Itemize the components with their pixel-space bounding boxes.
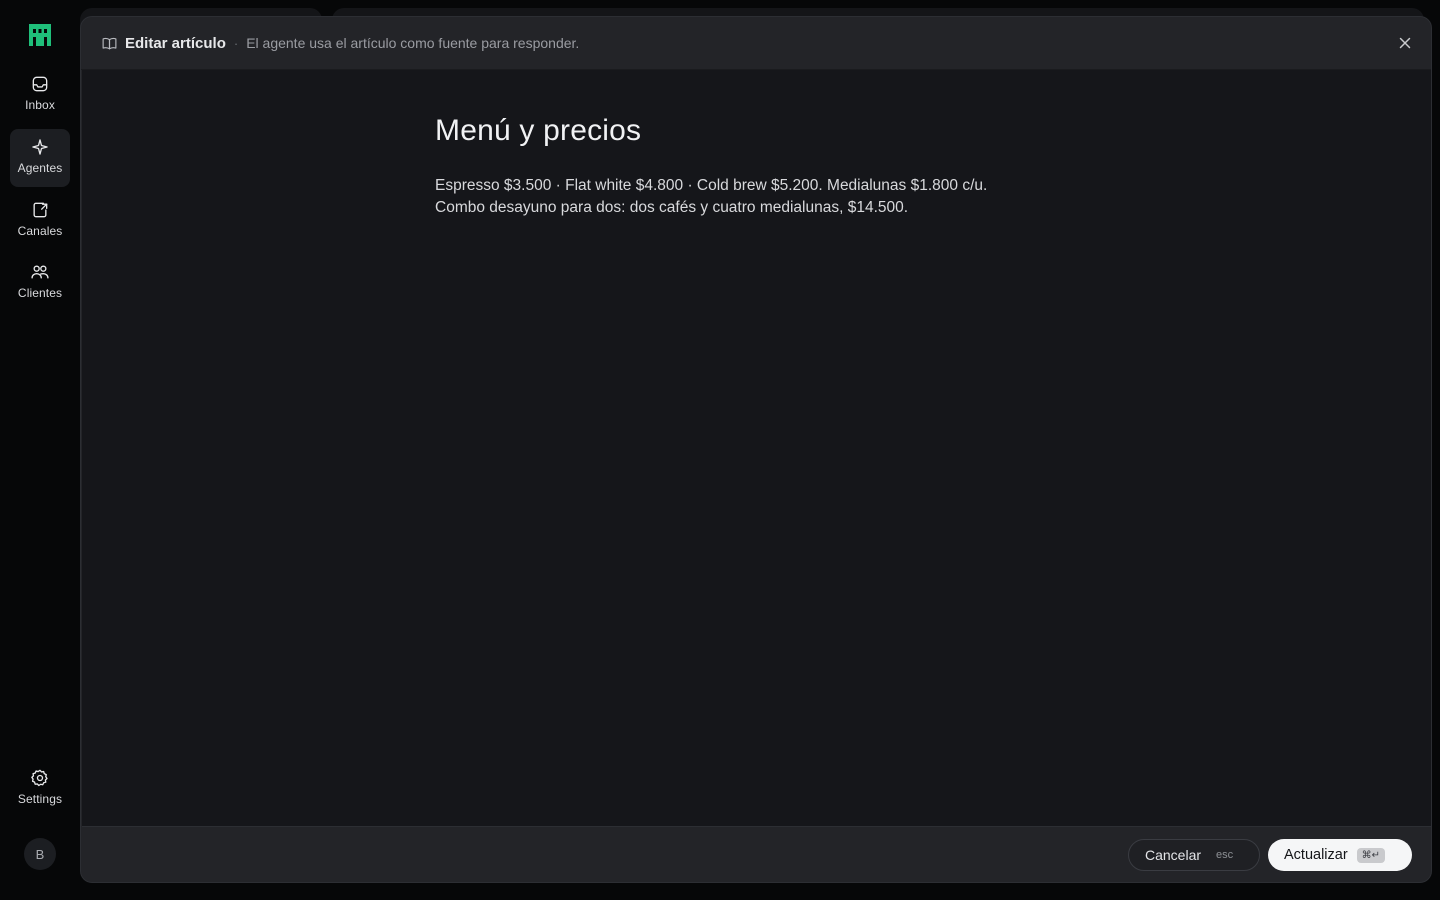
sidebar-item-label: Agentes [17, 161, 63, 175]
cancel-button[interactable]: Cancelar esc [1128, 839, 1260, 871]
sidebar-item-label: Clientes [17, 286, 63, 300]
article-title-input[interactable]: Menú y precios [435, 114, 1075, 148]
enter-shortcut-badge: ⌘↵ [1356, 847, 1386, 863]
sidebar-item-inbox[interactable]: Inbox [10, 66, 70, 124]
edit-article-modal: Editar artículo · El agente usa el artíc… [80, 16, 1432, 883]
sidebar-item-label: Settings [17, 792, 63, 806]
article-content: Menú y precios Espresso $3.500 · Flat wh… [435, 114, 1075, 219]
article-editor[interactable]: Menú y precios Espresso $3.500 · Flat wh… [82, 70, 1431, 827]
cancel-button-label: Cancelar [1145, 847, 1202, 863]
book-icon [102, 37, 117, 49]
sidebar: Inbox Agentes Canales Clientes Settings [0, 0, 80, 900]
gear-icon [31, 769, 48, 787]
esc-shortcut-badge: esc [1216, 849, 1234, 861]
sparkle-icon [32, 139, 48, 155]
sidebar-item-agentes[interactable]: Agentes [10, 129, 70, 187]
modal-header: Editar artículo · El agente usa el artíc… [81, 17, 1431, 70]
channel-icon [33, 202, 48, 218]
sidebar-item-canales[interactable]: Canales [10, 192, 70, 250]
sidebar-item-clientes[interactable]: Clientes [10, 254, 70, 312]
modal-title: Editar artículo [125, 34, 226, 52]
update-button[interactable]: Actualizar ⌘↵ [1268, 839, 1412, 871]
modal-subtitle: El agente usa el artículo como fuente pa… [246, 35, 580, 51]
users-icon [31, 265, 49, 279]
article-body-input[interactable]: Espresso $3.500 · Flat white $4.800 · Co… [435, 175, 1075, 219]
brand-logo-icon[interactable] [28, 23, 52, 47]
sidebar-item-label: Canales [17, 224, 63, 238]
inbox-icon [32, 76, 48, 92]
sidebar-item-settings[interactable]: Settings [10, 760, 70, 818]
update-button-label: Actualizar [1284, 847, 1348, 863]
close-icon[interactable] [1397, 35, 1413, 51]
sidebar-item-label: Inbox [25, 98, 55, 112]
modal-footer: Cancelar esc Actualizar ⌘↵ [81, 827, 1431, 882]
avatar[interactable]: B [24, 838, 56, 870]
title-separator: · [233, 35, 239, 51]
